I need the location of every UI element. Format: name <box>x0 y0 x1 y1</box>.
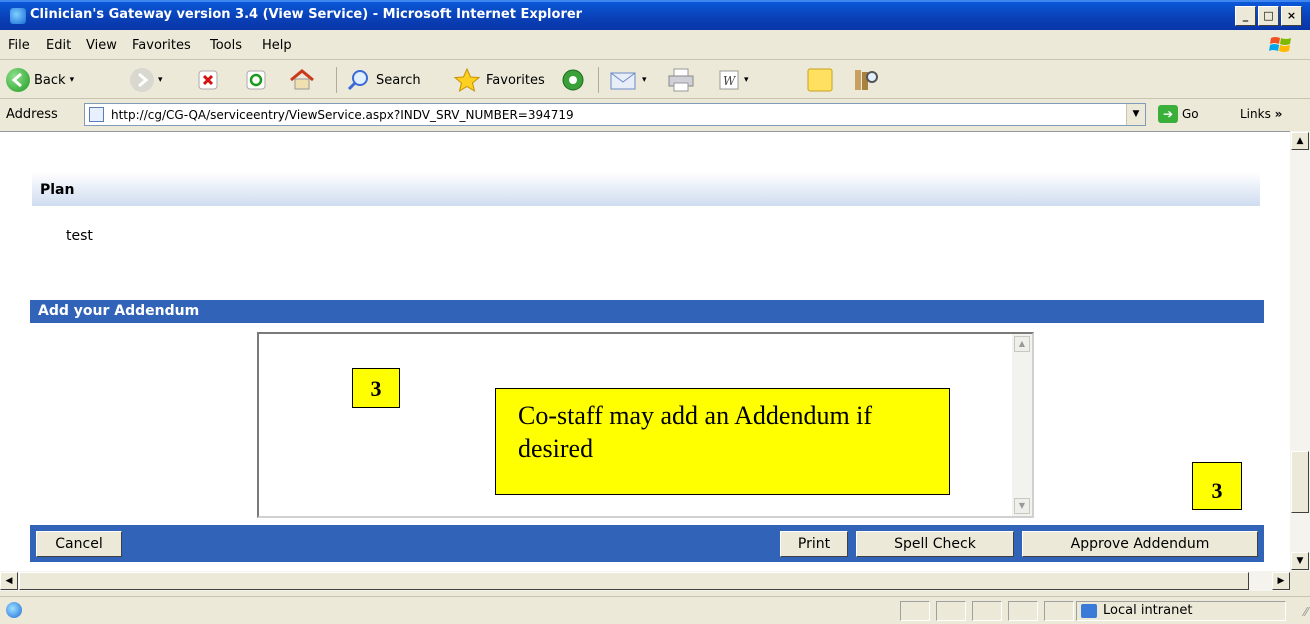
approve-addendum-button[interactable]: Approve Addendum <box>1022 531 1258 557</box>
page-vertical-scrollbar[interactable]: ▲ ▼ <box>1290 131 1310 571</box>
menu-file[interactable]: File <box>8 38 30 53</box>
menu-help[interactable]: Help <box>262 38 292 53</box>
standard-toolbar: Back ▾ ▾ Search Favorites ▾ W ▾ <box>0 61 1310 99</box>
maximize-button[interactable]: □ <box>1258 6 1279 26</box>
security-zone: Local intranet <box>1076 601 1286 621</box>
media-button[interactable] <box>560 66 586 94</box>
stop-button[interactable] <box>196 66 220 94</box>
search-label: Search <box>376 72 421 88</box>
zone-label: Local intranet <box>1103 603 1193 618</box>
spell-check-button[interactable]: Spell Check <box>856 531 1014 557</box>
go-label: Go <box>1182 107 1199 121</box>
page-icon <box>89 107 104 122</box>
scroll-down-icon[interactable]: ▼ <box>1291 552 1309 570</box>
intranet-icon <box>1081 604 1097 618</box>
menu-bar: File Edit View Favorites Tools Help <box>0 30 1310 60</box>
scroll-left-icon[interactable]: ◀ <box>0 572 18 590</box>
refresh-icon <box>246 70 266 90</box>
back-button[interactable]: Back ▾ <box>6 66 74 94</box>
toolbar-separator <box>598 67 599 93</box>
annotation-callout: Co-staff may add an Addendum if desired <box>495 388 950 495</box>
ie-status-icon <box>6 602 22 618</box>
printer-icon <box>668 68 694 92</box>
chevron-right-icon: » <box>1274 107 1283 121</box>
menu-view[interactable]: View <box>86 38 117 53</box>
home-button[interactable] <box>288 66 316 94</box>
action-bar: Cancel Print Spell Check Approve Addendu… <box>30 525 1264 562</box>
mail-dropdown-icon[interactable]: ▾ <box>642 75 647 85</box>
addendum-section-header: Add your Addendum <box>30 300 1264 323</box>
step-number-callout: 3 <box>352 368 400 408</box>
window-title: Clinician's Gateway version 3.4 (View Se… <box>30 7 583 22</box>
search-icon <box>347 70 368 91</box>
back-label: Back <box>34 72 66 88</box>
cancel-button[interactable]: Cancel <box>36 531 122 557</box>
status-panel <box>936 601 966 621</box>
menu-tools[interactable]: Tools <box>210 38 242 53</box>
forward-dropdown-icon[interactable]: ▾ <box>158 75 163 85</box>
research-button[interactable] <box>852 66 880 94</box>
addendum-scrollbar[interactable]: ▲ ▼ <box>1012 334 1032 516</box>
status-panel <box>1044 601 1074 621</box>
horizontal-scroll-thumb[interactable] <box>19 572 1249 590</box>
scroll-up-icon[interactable]: ▲ <box>1291 132 1309 150</box>
mail-icon <box>610 72 636 90</box>
forward-button[interactable]: ▾ <box>130 66 163 94</box>
status-bar: Local intranet ⁄⁄ <box>0 596 1310 624</box>
back-arrow-icon <box>6 68 30 92</box>
scroll-up-icon[interactable]: ▲ <box>1014 336 1030 352</box>
page-content: Plan test Add your Addendum ▲ ▼ 3 Co-sta… <box>0 131 1290 571</box>
close-button[interactable]: × <box>1281 6 1302 26</box>
toolbar-separator <box>336 67 337 93</box>
scroll-down-icon[interactable]: ▼ <box>1014 498 1030 514</box>
resize-grip-icon[interactable]: ⁄⁄ <box>1304 605 1308 619</box>
star-icon <box>453 67 481 93</box>
address-bar: Address http://cg/CG-QA/serviceentry/Vie… <box>0 100 1310 130</box>
back-dropdown-icon[interactable]: ▾ <box>70 75 75 85</box>
word-doc-icon: W <box>719 70 739 90</box>
media-icon <box>562 69 584 91</box>
refresh-button[interactable] <box>244 66 268 94</box>
print-toolbar-button[interactable] <box>666 66 696 94</box>
print-button[interactable]: Print <box>780 531 848 557</box>
windows-logo-icon <box>1269 37 1291 52</box>
address-dropdown-icon[interactable]: ▼ <box>1126 104 1145 125</box>
status-panel <box>900 601 930 621</box>
favorites-button[interactable]: Favorites <box>452 66 545 94</box>
address-label: Address <box>6 107 58 122</box>
edit-button[interactable]: W ▾ <box>718 66 749 94</box>
discuss-button[interactable] <box>806 66 834 94</box>
plan-text: test <box>66 228 93 244</box>
edit-dropdown-icon[interactable]: ▾ <box>744 75 749 85</box>
favorites-label: Favorites <box>486 72 545 88</box>
forward-arrow-icon <box>130 68 154 92</box>
address-url[interactable]: http://cg/CG-QA/serviceentry/ViewService… <box>111 108 574 122</box>
window-controls: _ □ × <box>1235 6 1302 26</box>
stop-icon <box>198 70 218 90</box>
note-icon <box>807 68 833 92</box>
ie-icon <box>10 8 26 24</box>
menu-edit[interactable]: Edit <box>46 38 71 53</box>
status-panel <box>1008 601 1038 621</box>
mail-button[interactable]: ▾ <box>608 66 647 94</box>
status-panel <box>972 601 1002 621</box>
step-number-callout: 3 <box>1192 462 1242 510</box>
home-icon <box>290 69 314 90</box>
plan-section-header: Plan <box>32 172 1260 206</box>
menu-favorites[interactable]: Favorites <box>132 38 191 53</box>
page-horizontal-scrollbar[interactable]: ◀ ▶ <box>0 571 1290 591</box>
search-button[interactable]: Search <box>346 66 421 94</box>
go-button[interactable]: ➔ Go <box>1158 105 1199 123</box>
links-label: Links <box>1240 107 1271 121</box>
address-input[interactable]: http://cg/CG-QA/serviceentry/ViewService… <box>84 103 1146 126</box>
vertical-scroll-thumb[interactable] <box>1291 451 1309 513</box>
scroll-right-icon[interactable]: ▶ <box>1272 572 1290 590</box>
svg-text:W: W <box>723 74 737 88</box>
go-arrow-icon: ➔ <box>1158 105 1178 123</box>
links-toolbar[interactable]: Links » <box>1240 107 1282 121</box>
research-icon <box>855 70 878 90</box>
minimize-button[interactable]: _ <box>1235 6 1256 26</box>
window-title-bar[interactable]: Clinician's Gateway version 3.4 (View Se… <box>0 0 1310 30</box>
